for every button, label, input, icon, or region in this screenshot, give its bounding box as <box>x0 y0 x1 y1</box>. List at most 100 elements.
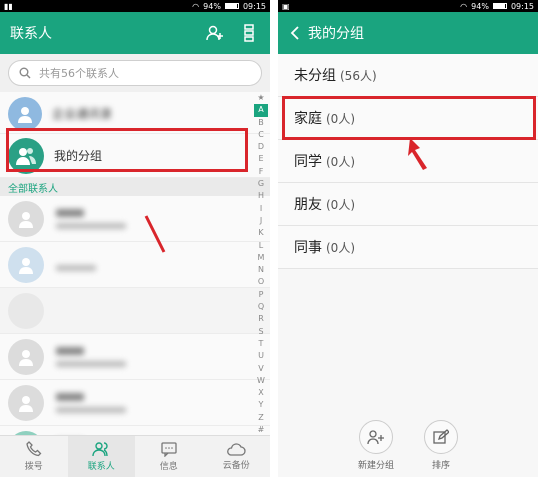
person-icon <box>18 106 32 123</box>
new-group-label: 新建分组 <box>357 461 394 471</box>
person-icon <box>19 257 33 274</box>
list-item-label: 企业通讯录 <box>52 107 113 121</box>
contact-row[interactable] <box>0 334 270 380</box>
index-letter[interactable]: A <box>254 104 268 117</box>
alphabet-index[interactable]: ★ A B C D E F G H I J K L M N O P Q R S T U V W X Y Z # <box>254 92 268 436</box>
index-letter[interactable]: Q <box>258 301 264 313</box>
message-icon <box>161 442 177 457</box>
annotation-line <box>144 215 166 253</box>
contacts-screen: ▮▮ ◠ 94% 09:15 联系人 共有56个联系人 企业通讯录 我的分组 全… <box>0 0 270 477</box>
index-letter[interactable]: G <box>258 178 264 190</box>
add-contact-icon[interactable] <box>204 22 226 44</box>
battery-percent: 94% <box>203 1 221 11</box>
search-input[interactable]: 共有56个联系人 <box>8 60 262 86</box>
nav-cloud-backup[interactable]: 云备份 <box>203 436 271 477</box>
search-placeholder: 共有56个联系人 <box>39 67 119 80</box>
index-letter[interactable]: V <box>258 363 263 375</box>
annotation-box <box>6 128 248 172</box>
contact-row[interactable] <box>0 196 270 242</box>
index-letter[interactable]: O <box>258 276 264 288</box>
group-count: (0人) <box>326 197 355 212</box>
index-letter[interactable]: D <box>258 141 264 153</box>
wifi-icon: ◠ <box>192 1 200 11</box>
screenshot-icon: ▣ <box>282 1 290 11</box>
index-letter[interactable]: H <box>258 190 264 202</box>
menu-icon[interactable] <box>238 22 260 44</box>
avatar <box>8 96 42 131</box>
index-letter[interactable]: R <box>258 313 264 325</box>
clock: 09:15 <box>242 1 266 11</box>
group-actions: 新建分组 排序 <box>278 420 538 471</box>
group-row[interactable]: 同事 (0人) <box>278 226 538 269</box>
index-letter[interactable]: K <box>258 227 263 239</box>
edit-icon <box>433 429 449 444</box>
page-title: 我的分组 <box>308 26 364 42</box>
group-count: (0人) <box>326 240 355 255</box>
index-letter[interactable]: Z <box>258 412 263 424</box>
avatar <box>8 200 44 237</box>
search-area: 共有56个联系人 <box>0 54 270 92</box>
index-letter[interactable]: P <box>259 289 264 301</box>
wifi-icon: ◠ <box>460 1 468 11</box>
signal-icon: ▮▮ <box>4 1 13 11</box>
clock: 09:15 <box>510 1 534 11</box>
group-name: 朋友 <box>294 197 322 213</box>
index-letter[interactable]: B <box>258 117 264 129</box>
app-header: 我的分组 <box>278 12 538 54</box>
contact-row[interactable] <box>0 288 270 334</box>
group-name: 同事 <box>294 240 322 256</box>
new-group-button[interactable]: 新建分组 <box>358 420 394 471</box>
status-bar: ▮▮ ◠ 94% 09:15 <box>0 0 270 12</box>
app-header: 联系人 <box>0 12 270 54</box>
battery-icon <box>492 3 507 9</box>
cloud-icon <box>227 443 246 456</box>
index-letter[interactable]: U <box>258 350 264 362</box>
battery-icon <box>224 3 239 9</box>
contact-row[interactable] <box>0 242 270 288</box>
index-letter[interactable]: X <box>258 387 263 399</box>
nav-contacts[interactable]: 联系人 <box>67 436 135 477</box>
index-letter[interactable]: W <box>257 375 265 387</box>
index-letter[interactable]: ★ <box>257 92 264 104</box>
page-title: 联系人 <box>10 26 52 42</box>
avatar <box>8 246 44 283</box>
index-letter[interactable]: C <box>258 129 264 141</box>
index-letter[interactable]: N <box>258 264 264 276</box>
contacts-icon <box>92 442 108 457</box>
status-bar: ▣ ◠ 94% 09:15 <box>278 0 538 12</box>
battery-percent: 94% <box>471 1 489 11</box>
avatar <box>8 338 44 375</box>
group-row[interactable]: 朋友 (0人) <box>278 183 538 226</box>
index-letter[interactable]: L <box>259 240 263 252</box>
index-letter[interactable]: I <box>260 203 262 215</box>
group-count: (0人) <box>326 154 355 169</box>
search-icon <box>19 67 31 79</box>
group-name: 同学 <box>294 154 322 170</box>
group-name: 未分组 <box>294 68 336 84</box>
group-row[interactable]: 未分组 (56人) <box>278 54 538 97</box>
contact-row[interactable] <box>0 380 270 426</box>
avatar <box>8 384 44 421</box>
index-letter[interactable]: M <box>258 252 265 264</box>
index-letter[interactable]: S <box>258 326 263 338</box>
person-icon <box>19 211 33 228</box>
index-letter[interactable]: Y <box>259 399 264 411</box>
phone-icon <box>26 441 42 457</box>
sort-label: 排序 <box>431 461 450 471</box>
index-letter[interactable]: E <box>258 153 263 165</box>
index-letter[interactable]: J <box>260 215 262 227</box>
section-header: 全部联系人 <box>0 178 270 196</box>
person-icon <box>19 395 33 412</box>
index-letter[interactable]: F <box>259 166 264 178</box>
group-count: (56人) <box>340 68 377 83</box>
annotation-arrow <box>408 138 427 170</box>
my-groups-screen: ▣ ◠ 94% 09:15 我的分组 未分组 (56人) 家庭 (0人) 同学 (0人) 朋… <box>278 0 538 477</box>
bottom-nav: 拨号 联系人 信息 云备份 <box>0 435 270 477</box>
nav-messages[interactable]: 信息 <box>135 436 203 477</box>
sort-button[interactable]: 排序 <box>424 420 458 471</box>
back-icon[interactable] <box>284 22 306 44</box>
person-icon <box>19 349 33 366</box>
index-letter[interactable]: T <box>259 338 264 350</box>
avatar <box>8 292 44 329</box>
nav-dial[interactable]: 拨号 <box>0 436 68 477</box>
